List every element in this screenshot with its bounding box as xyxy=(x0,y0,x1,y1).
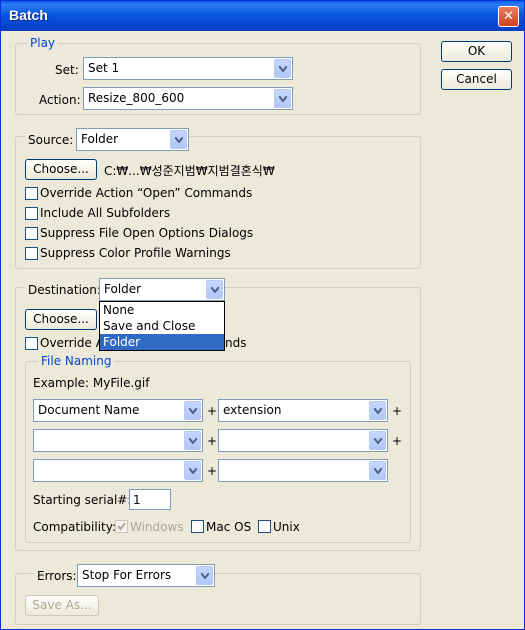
naming-row2-left-select[interactable] xyxy=(33,429,203,452)
file-naming-legend: File Naming xyxy=(38,354,115,368)
plus-sign: + xyxy=(207,434,218,448)
chevron-down-icon xyxy=(369,401,386,420)
batch-dialog: Batch ✕ OK Cancel Play Set: Set 1 Action… xyxy=(0,0,525,630)
errors-value: Stop For Errors xyxy=(82,568,172,582)
serial-label: Starting serial#: xyxy=(33,493,132,507)
mac-os-checkbox[interactable] xyxy=(191,520,204,533)
chevron-down-icon xyxy=(274,89,291,108)
ok-button-label: OK xyxy=(467,44,486,58)
errors-label: Errors: xyxy=(34,569,80,583)
suppress-color-warnings-label: Suppress Color Profile Warnings xyxy=(40,246,231,260)
cancel-button-label: Cancel xyxy=(456,72,497,86)
action-select[interactable]: Resize_800_600 xyxy=(83,87,293,110)
destination-choose-button[interactable]: Choose... xyxy=(25,309,97,330)
destination-choose-label: Choose... xyxy=(33,312,89,326)
destination-select[interactable]: Folder xyxy=(99,278,225,301)
source-select[interactable]: Folder xyxy=(76,128,189,151)
override-open-checkbox[interactable] xyxy=(25,187,38,200)
action-value: Resize_800_600 xyxy=(88,91,185,105)
destination-override-checkbox[interactable] xyxy=(25,337,38,350)
mac-os-label: Mac OS xyxy=(206,520,252,534)
plus-sign: + xyxy=(392,434,403,448)
chevron-down-icon xyxy=(184,401,201,420)
set-select[interactable]: Set 1 xyxy=(83,57,293,80)
source-choose-button[interactable]: Choose... xyxy=(25,159,97,180)
chevron-down-icon xyxy=(369,431,386,450)
serial-input[interactable]: 1 xyxy=(129,489,171,510)
cancel-button[interactable]: Cancel xyxy=(441,69,512,90)
chevron-down-icon xyxy=(206,280,223,299)
destination-dropdown-list: None Save and Close Folder xyxy=(99,301,225,351)
action-label: Action: xyxy=(39,93,81,107)
chevron-down-icon xyxy=(369,461,386,480)
source-value: Folder xyxy=(81,132,119,146)
override-open-label: Override Action “Open” Commands xyxy=(40,186,253,200)
naming-row1-right-value: extension xyxy=(223,403,282,417)
play-legend: Play xyxy=(27,36,59,50)
chevron-down-icon xyxy=(170,130,187,149)
include-subfolders-checkbox[interactable] xyxy=(25,207,38,220)
destination-label: Destination: xyxy=(25,283,104,297)
ok-button[interactable]: OK xyxy=(441,41,512,62)
save-as-label: Save As... xyxy=(32,598,92,612)
plus-sign: + xyxy=(392,404,403,418)
naming-row2-right-select[interactable] xyxy=(218,429,388,452)
source-choose-label: Choose... xyxy=(33,162,89,176)
naming-row1-right-select[interactable]: extension xyxy=(218,399,388,422)
close-button[interactable]: ✕ xyxy=(498,6,519,27)
destination-value: Folder xyxy=(104,282,142,296)
window-title: Batch xyxy=(9,7,48,23)
dropdown-option-none[interactable]: None xyxy=(100,302,224,318)
title-bar: Batch ✕ xyxy=(1,1,524,31)
errors-select[interactable]: Stop For Errors xyxy=(77,564,215,587)
dropdown-option-save-and-close[interactable]: Save and Close xyxy=(100,318,224,334)
plus-sign: + xyxy=(207,464,218,478)
file-naming-example: Example: MyFile.gif xyxy=(33,376,150,390)
checkmark-icon xyxy=(117,522,126,531)
serial-value: 1 xyxy=(133,493,141,507)
suppress-open-dialogs-label: Suppress File Open Options Dialogs xyxy=(40,226,254,240)
unix-checkbox[interactable] xyxy=(258,520,271,533)
set-value: Set 1 xyxy=(88,61,120,75)
chevron-down-icon xyxy=(274,59,291,78)
close-icon: ✕ xyxy=(503,9,514,24)
set-label: Set: xyxy=(55,63,79,77)
save-as-button[interactable]: Save As... xyxy=(25,595,99,616)
include-subfolders-label: Include All Subfolders xyxy=(40,206,171,220)
naming-row1-left-value: Document Name xyxy=(38,403,140,417)
plus-sign: + xyxy=(207,404,218,418)
chevron-down-icon xyxy=(184,431,201,450)
compatibility-label: Compatibility: xyxy=(33,520,117,534)
naming-row1-left-select[interactable]: Document Name xyxy=(33,399,203,422)
windows-checkbox[interactable] xyxy=(115,520,128,533)
chevron-down-icon xyxy=(196,566,213,585)
suppress-color-warnings-checkbox[interactable] xyxy=(25,247,38,260)
unix-label: Unix xyxy=(273,520,300,534)
naming-row3-left-select[interactable] xyxy=(33,459,203,482)
source-path: C:₩...₩성준지범₩지범결혼식₩ xyxy=(104,164,275,178)
suppress-open-dialogs-checkbox[interactable] xyxy=(25,227,38,240)
windows-label: Windows xyxy=(130,520,184,534)
source-label: Source: xyxy=(25,133,77,147)
dropdown-option-folder[interactable]: Folder xyxy=(100,334,224,350)
chevron-down-icon xyxy=(184,461,201,480)
naming-row3-right-select[interactable] xyxy=(218,459,388,482)
destination-override-label-end: nds xyxy=(225,336,247,350)
